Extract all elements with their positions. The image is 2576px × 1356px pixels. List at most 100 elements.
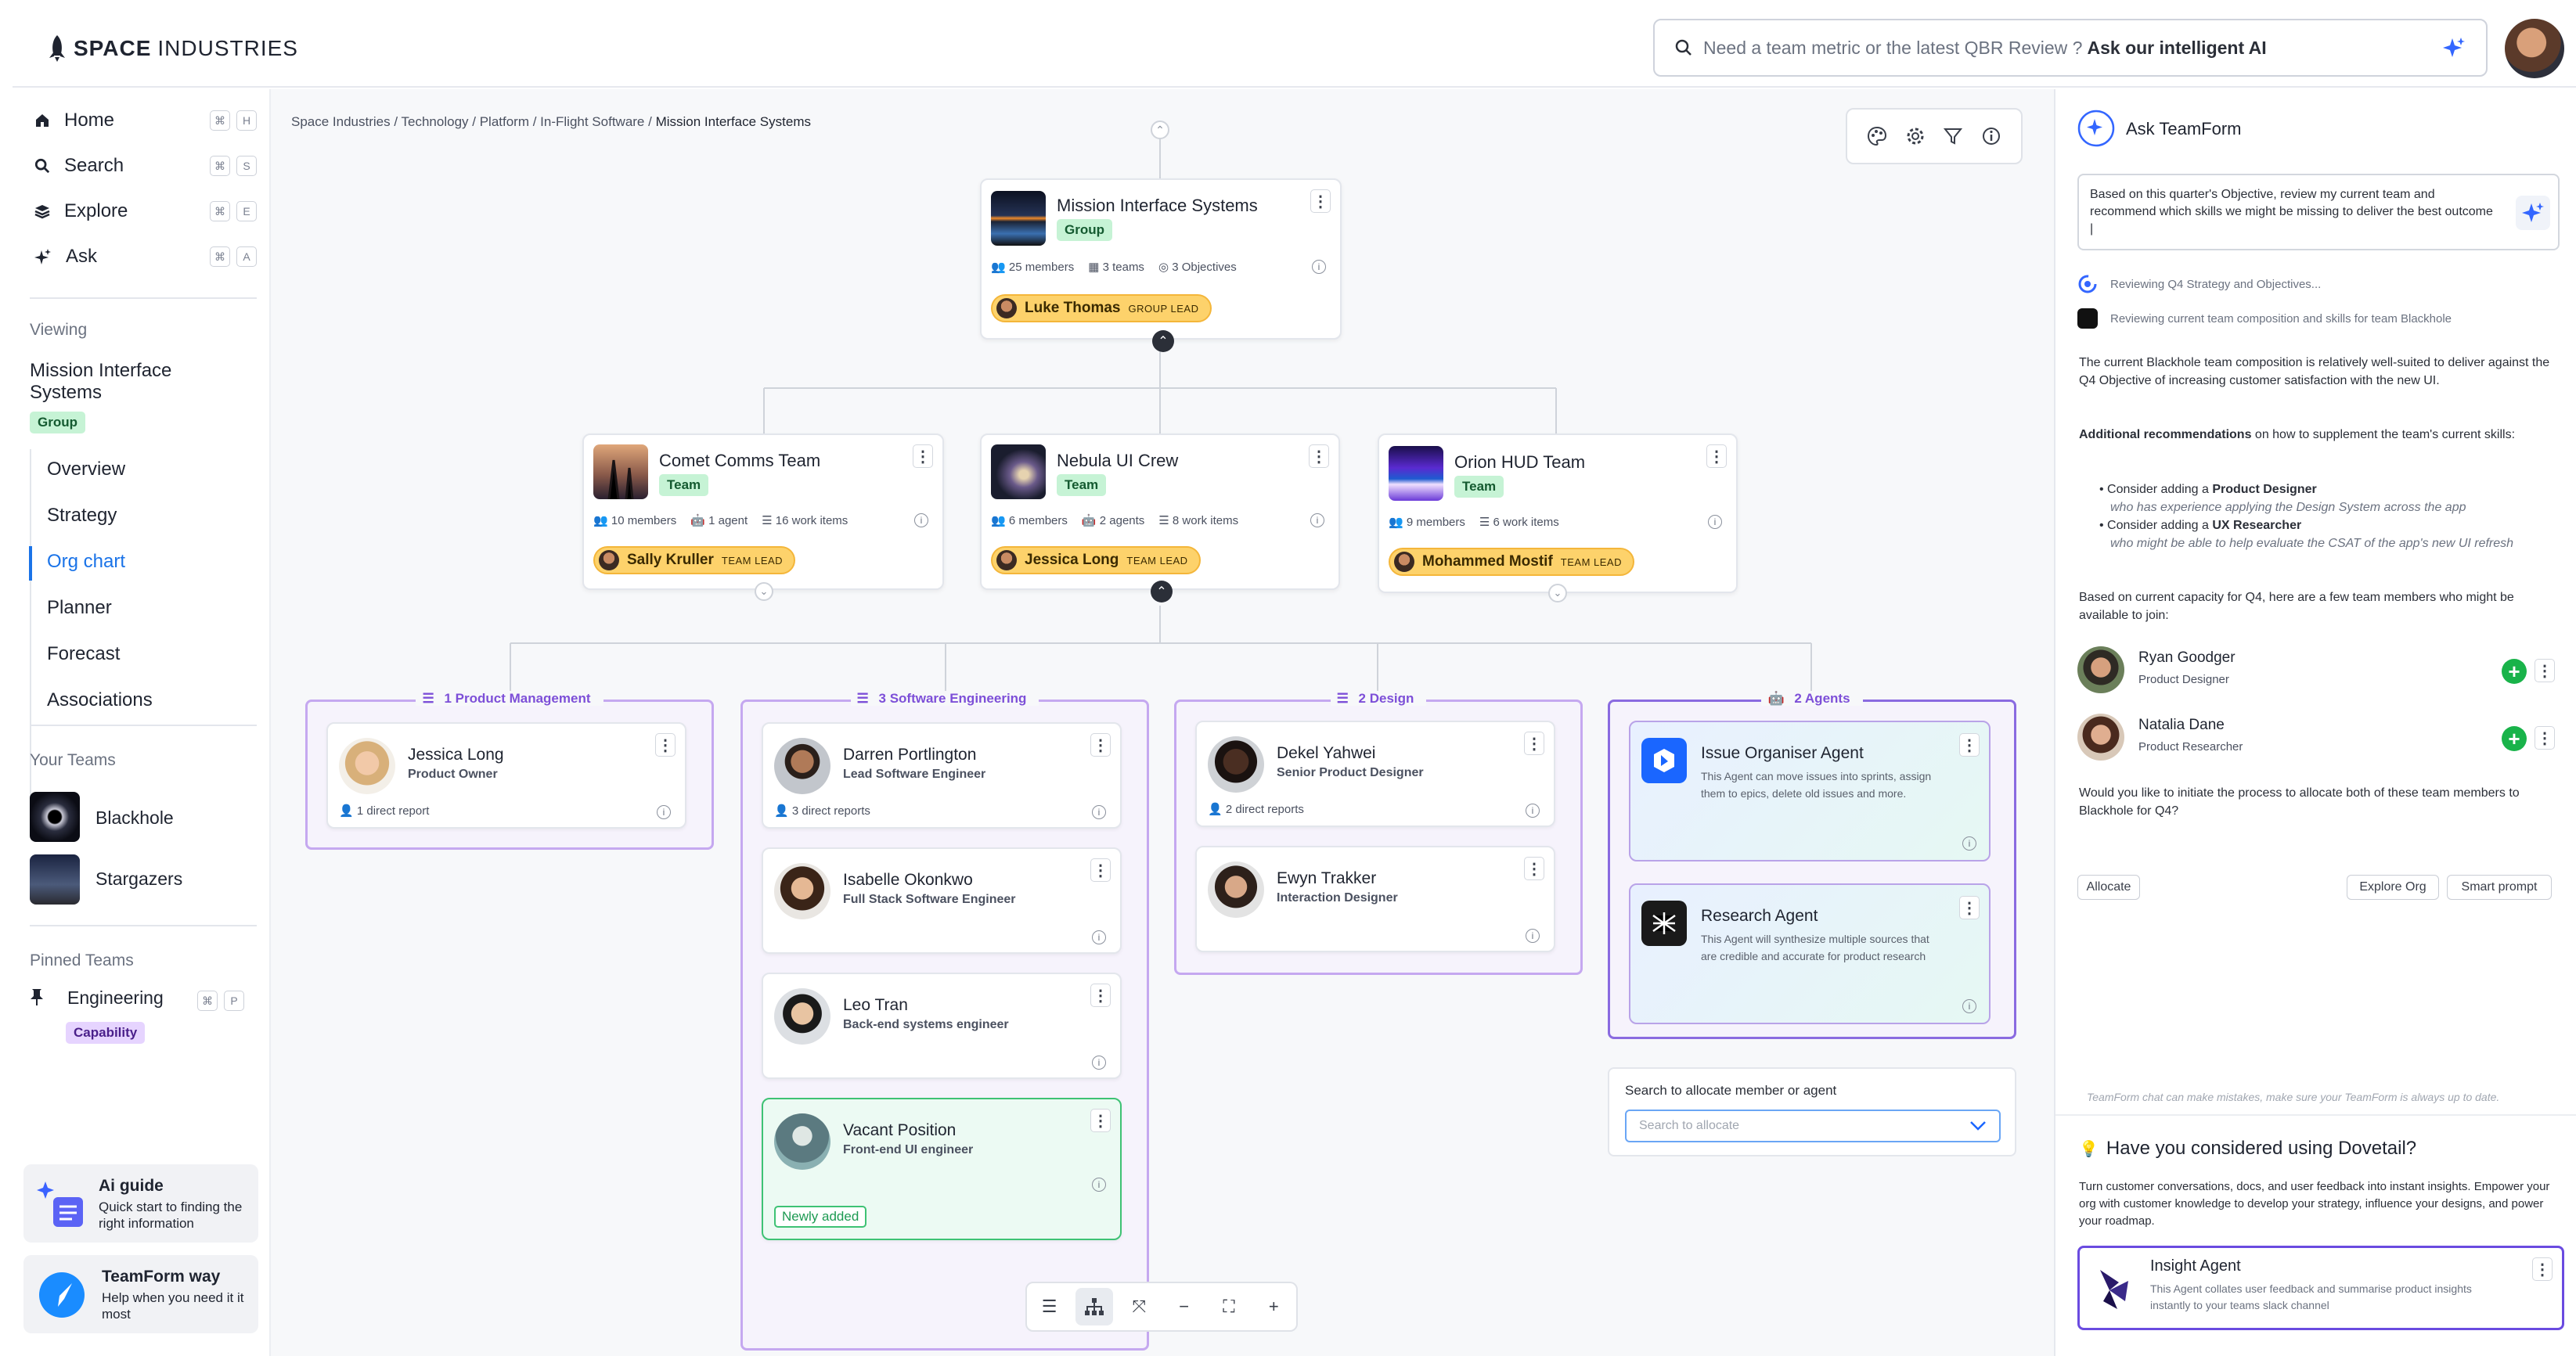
nav-search[interactable]: Search ⌘ S xyxy=(34,155,269,177)
subnav-planner[interactable]: Planner xyxy=(47,597,112,619)
info-icon[interactable]: i xyxy=(1962,999,1976,1013)
zoom-in-icon[interactable]: + xyxy=(1255,1288,1292,1325)
prompt-input[interactable]: Based on this quarter's Objective, revie… xyxy=(2077,174,2560,250)
members-count: 6 members xyxy=(1008,514,1068,527)
org-chart-canvas[interactable]: Space Industries / Technology / Platform… xyxy=(271,89,2054,1356)
info-icon[interactable]: i xyxy=(1092,1178,1106,1192)
info-icon[interactable]: i xyxy=(1312,260,1326,274)
person-card[interactable]: Jessica Long Product Owner ⋮ 👤 1 direct … xyxy=(326,722,686,829)
info-icon[interactable]: i xyxy=(1092,1056,1106,1070)
issue-organiser-icon xyxy=(1641,738,1687,783)
more-options-icon[interactable]: ⋮ xyxy=(1524,732,1544,755)
info-icon[interactable]: i xyxy=(1708,515,1722,529)
team-card[interactable]: Orion HUD Team Team ⋮ 👥 9 members ☰ 6 wor… xyxy=(1378,433,1738,602)
add-person-button[interactable]: + xyxy=(2502,726,2527,751)
team-lead-pill[interactable]: Sally Kruller TEAM LEAD xyxy=(593,546,796,574)
team-link-stargazers[interactable]: Stargazers xyxy=(95,869,182,890)
global-search-bar[interactable]: Need a team metric or the latest QBR Rev… xyxy=(1653,19,2488,77)
more-options-icon[interactable]: ⋮ xyxy=(913,444,933,468)
more-options-icon[interactable]: ⋮ xyxy=(1959,733,1980,757)
list-view-icon[interactable]: ☰ xyxy=(1031,1288,1068,1325)
nav-ask[interactable]: Ask ⌘ A xyxy=(34,246,269,268)
team-card[interactable]: Comet Comms Team Team ⋮ 👥 10 members 🤖 1 … xyxy=(582,433,944,601)
more-options-icon[interactable]: ⋮ xyxy=(1524,857,1544,880)
ai-guide-card[interactable]: Ai guide Quick start to finding the righ… xyxy=(23,1164,258,1243)
subnav-forecast[interactable]: Forecast xyxy=(47,643,120,665)
person-card[interactable]: Isabelle Okonkwo Full Stack Software Eng… xyxy=(762,847,1122,954)
team-lead-pill[interactable]: Mohammed Mostif TEAM LEAD xyxy=(1389,548,1634,576)
team-badge: Team xyxy=(1057,474,1107,496)
team-thumb-blackhole[interactable] xyxy=(30,792,80,842)
explore-org-button[interactable]: Explore Org xyxy=(2347,875,2439,900)
person-card[interactable]: Dekel Yahwei Senior Product Designer ⋮ 👤… xyxy=(1195,721,1555,827)
more-options-icon[interactable]: ⋮ xyxy=(2535,659,2555,682)
info-icon[interactable]: i xyxy=(1092,930,1106,944)
team-lead-pill[interactable]: Jessica Long TEAM LEAD xyxy=(991,546,1201,574)
more-options-icon[interactable]: ⋮ xyxy=(2532,1257,2553,1281)
fit-screen-icon[interactable]: ⤧ xyxy=(1120,1288,1158,1325)
allocate-button[interactable]: Allocate xyxy=(2077,875,2140,900)
team-thumb-stargazers[interactable] xyxy=(30,854,80,905)
send-button[interactable] xyxy=(2516,196,2550,230)
insight-agent-card[interactable]: Insight Agent This Agent collates user f… xyxy=(2077,1246,2564,1330)
vacant-position-card[interactable]: Vacant Position Front-end UI engineer ⋮ … xyxy=(762,1098,1122,1240)
more-options-icon[interactable]: ⋮ xyxy=(2535,726,2555,750)
person-avatar xyxy=(774,1113,830,1170)
more-options-icon[interactable]: ⋮ xyxy=(1309,444,1329,468)
more-options-icon[interactable]: ⋮ xyxy=(1090,984,1111,1007)
subnav-strategy[interactable]: Strategy xyxy=(47,505,117,527)
zoom-out-icon[interactable]: − xyxy=(1166,1288,1203,1325)
nav-home[interactable]: Home ⌘ H xyxy=(34,110,269,131)
allocate-label: Search to allocate member or agent xyxy=(1625,1083,1837,1098)
research-agent-icon xyxy=(1641,901,1687,946)
expand-icon[interactable]: ⌄ xyxy=(1548,584,1567,602)
fullscreen-icon[interactable]: ⛶ xyxy=(1210,1288,1248,1325)
user-avatar[interactable] xyxy=(2505,19,2564,78)
group-lead-pill[interactable]: Luke Thomas GROUP LEAD xyxy=(991,294,1212,322)
nav-explore[interactable]: Explore ⌘ E xyxy=(34,200,269,222)
person-card[interactable]: Leo Tran Back-end systems engineer ⋮ i xyxy=(762,973,1122,1079)
add-person-button[interactable]: + xyxy=(2502,659,2527,684)
person-card[interactable]: Ewyn Trakker Interaction Designer ⋮ i xyxy=(1195,846,1555,952)
more-options-icon[interactable]: ⋮ xyxy=(1090,1109,1111,1132)
info-icon[interactable]: i xyxy=(1310,513,1324,527)
info-icon[interactable]: i xyxy=(1962,836,1976,851)
info-icon[interactable]: i xyxy=(1526,804,1540,818)
info-icon[interactable]: i xyxy=(1092,805,1106,819)
collapse-icon[interactable]: ⌃ xyxy=(1151,581,1173,602)
info-icon[interactable]: i xyxy=(1526,929,1540,943)
search-icon xyxy=(1675,39,1692,56)
subnav-org-chart[interactable]: Org chart xyxy=(47,551,125,573)
suggested-person-role: Product Researcher xyxy=(2138,740,2243,754)
pinned-engineering[interactable]: Engineering xyxy=(67,987,164,1009)
group-card-root[interactable]: Mission Interface Systems Group ⋮ 👥 25 m… xyxy=(980,178,1342,352)
more-options-icon[interactable]: ⋮ xyxy=(655,733,676,757)
expand-up-icon[interactable]: ⌃ xyxy=(1151,120,1169,139)
person-avatar xyxy=(1208,736,1264,793)
ai-sparkle-icon[interactable] xyxy=(2442,36,2466,59)
brand-logo[interactable]: SPACE INDUSTRIES xyxy=(47,34,298,63)
more-options-icon[interactable]: ⋮ xyxy=(1959,896,1980,919)
person-card[interactable]: Darren Portlington Lead Software Enginee… xyxy=(762,722,1122,829)
expand-icon[interactable]: ⌄ xyxy=(755,582,773,601)
allocate-search-input[interactable]: Search to allocate xyxy=(1625,1110,2001,1142)
team-link-blackhole[interactable]: Blackhole xyxy=(95,807,174,829)
more-options-icon[interactable]: ⋮ xyxy=(1090,858,1111,882)
more-options-icon[interactable]: ⋮ xyxy=(1706,444,1727,468)
teamform-way-card[interactable]: TeamForm way Help when you need it it mo… xyxy=(23,1255,258,1333)
lead-tag: TEAM LEAD xyxy=(1560,556,1622,568)
agent-card[interactable]: Research Agent This Agent will synthesiz… xyxy=(1629,883,1991,1024)
more-options-icon[interactable]: ⋮ xyxy=(1310,189,1331,213)
smart-prompt-button[interactable]: Smart prompt xyxy=(2447,875,2552,900)
tree-view-icon[interactable] xyxy=(1075,1288,1113,1325)
chevron-down-icon xyxy=(1970,1121,1986,1131)
agent-card[interactable]: Issue Organiser Agent This Agent can mov… xyxy=(1629,721,1991,861)
collapse-icon[interactable]: ⌃ xyxy=(1152,330,1174,352)
subnav-associations[interactable]: Associations xyxy=(47,689,153,711)
info-icon[interactable]: i xyxy=(657,805,671,819)
team-card[interactable]: Nebula UI Crew Team ⋮ 👥 6 members 🤖 2 age… xyxy=(980,433,1340,602)
more-options-icon[interactable]: ⋮ xyxy=(1090,733,1111,757)
info-icon[interactable]: i xyxy=(914,513,928,527)
pinned-teams-label: Pinned Teams xyxy=(30,951,134,969)
subnav-overview[interactable]: Overview xyxy=(47,459,125,480)
